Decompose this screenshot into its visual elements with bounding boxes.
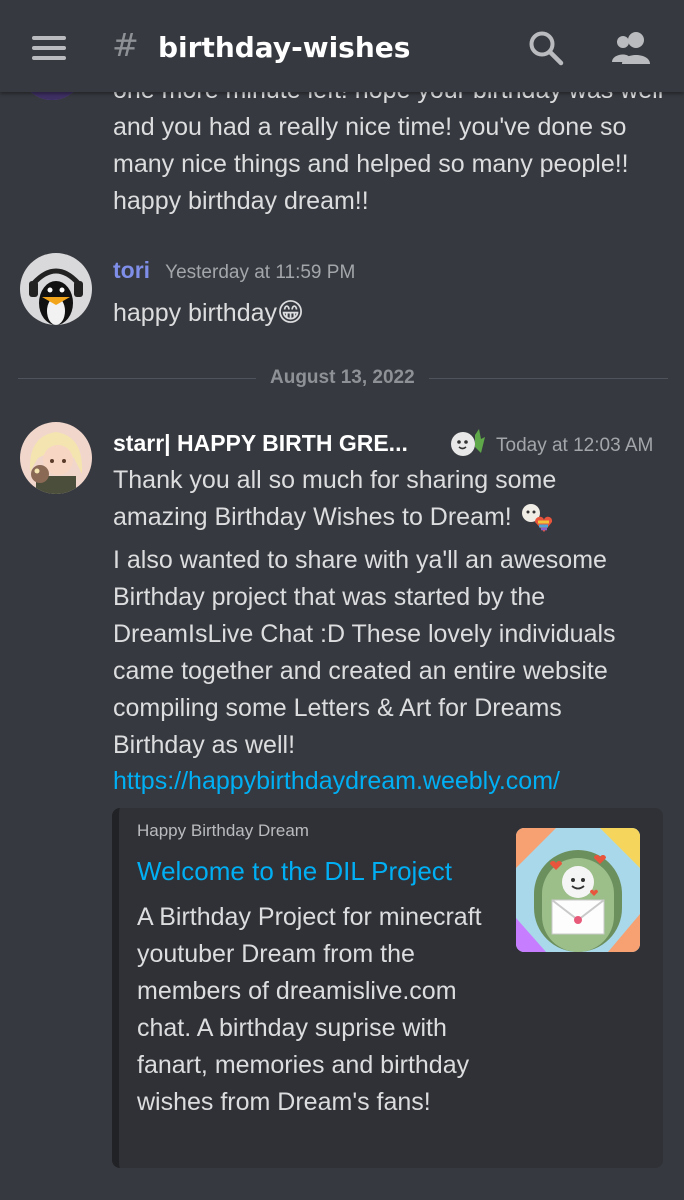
embed-thumbnail[interactable] [516,828,640,952]
hamburger-menu-icon[interactable] [32,36,66,60]
message-text: I also wanted to share with ya'll an awe… [113,546,616,759]
message-body: happy birthday [113,299,278,327]
embed-description: A Birthday Project for minecraft youtube… [137,903,482,1116]
message-link[interactable]: https://happybirthdaydream.weebly.com/ [113,763,560,800]
channel-title[interactable]: birthday-wishes [158,31,410,64]
members-icon[interactable] [610,30,652,66]
username[interactable]: tori [113,257,150,283]
avatar[interactable] [20,422,92,494]
link-embed[interactable]: Happy Birthday Dream Welcome to the DIL … [112,808,663,1168]
message-text: Thank you all so much for sharing some a… [113,462,633,536]
grinning-emoji-icon: 😁 [277,298,305,328]
message-text: happy birthday😁 [113,295,304,332]
channel-header: # birthday-wishes [0,0,684,92]
embed-provider: Happy Birthday Dream [137,821,309,840]
role-badge-icon [447,427,487,461]
embed-title[interactable]: Welcome to the DIL Project [137,856,452,887]
avatar[interactable] [20,253,92,325]
username[interactable]: starr| HAPPY BIRTH GRE... [113,430,408,456]
channel-hash-icon: # [112,26,139,64]
message-timestamp: Today at 12:03 AM [496,435,654,456]
message-timestamp: Yesterday at 11:59 PM [165,262,356,283]
date-divider-label: August 13, 2022 [256,367,429,389]
message-text: one more minute left! hope your birthday… [113,76,663,215]
message-list[interactable]: one more minute left! hope your birthday… [0,0,684,1200]
search-icon[interactable] [528,30,564,66]
message-body: Thank you all so much for sharing some a… [113,466,557,531]
heart-hug-emoji-icon [519,502,553,534]
